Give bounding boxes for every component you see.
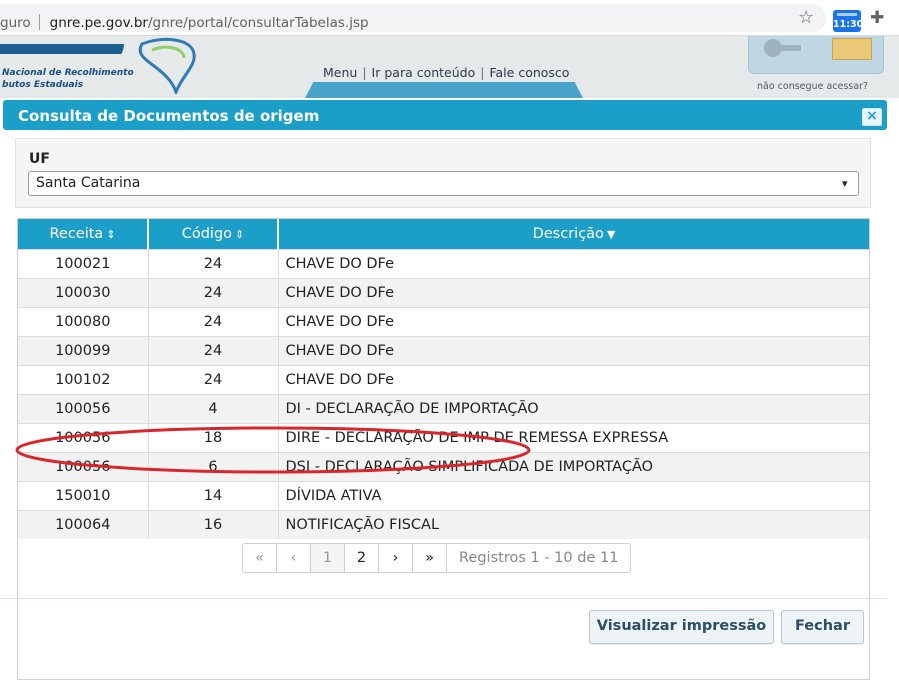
- table-row[interactable]: 100030 24 CHAVE DO DFe: [18, 277, 869, 307]
- cell-codigo: 4: [148, 393, 279, 423]
- close-button[interactable]: Fechar: [781, 610, 864, 644]
- cell-receita: 100021: [18, 248, 149, 278]
- security-label: guro: [0, 15, 31, 31]
- cell-descricao: CHAVE DO DFe: [278, 306, 869, 336]
- records-info: Registros 1 - 10 de 11: [459, 550, 619, 566]
- table-row[interactable]: 100102 24 CHAVE DO DFe: [18, 364, 869, 394]
- uf-filter-panel: UF Santa Catarina ▾: [15, 138, 871, 208]
- uf-select[interactable]: Santa Catarina: [28, 171, 859, 196]
- header-tab-decoration: [305, 82, 583, 98]
- cell-descricao: DSI - DECLARAÇÃO SIMPLIFICADA DE IMPORTA…: [278, 451, 869, 481]
- prev-page-button[interactable]: ‹: [277, 544, 311, 572]
- cell-descricao: DÍVIDA ATIVA: [278, 480, 869, 510]
- calendar-extension-icon[interactable]: 11:30: [833, 10, 864, 32]
- logo-subtitle-line2: butos Estaduais: [2, 80, 84, 90]
- footer-divider: [0, 598, 887, 599]
- page-1-button[interactable]: 1: [311, 544, 345, 572]
- cell-receita: 100064: [18, 509, 149, 539]
- cell-receita: 150010: [18, 480, 149, 510]
- cell-descricao: DIRE - DECLARAÇÃO DE IMP DE REMESSA EXPR…: [278, 422, 869, 452]
- cell-codigo: 24: [148, 277, 279, 307]
- table-row[interactable]: 100056 18 DIRE - DECLARAÇÃO DE IMP DE REME…: [18, 422, 869, 452]
- table-header-row: Receita ⇕ Código ⇕ Descrição ▼: [18, 219, 869, 249]
- access-help-text[interactable]: não consegue acessar?: [757, 81, 868, 92]
- cell-codigo: 24: [148, 248, 279, 278]
- access-help-box[interactable]: [748, 36, 884, 74]
- dialog-titlebar[interactable]: Consulta de Documentos de origem ×: [3, 100, 887, 130]
- address-bar[interactable]: guro gnre.pe.gov.br/gnre/portal/consultar…: [0, 4, 826, 32]
- cell-receita: 100056: [18, 393, 149, 423]
- table-row[interactable]: 100056 6 DSI - DECLARAÇÃO SIMPLIFICADA DE …: [18, 451, 869, 481]
- column-header-receita[interactable]: Receita ⇕: [18, 219, 149, 249]
- column-header-codigo[interactable]: Código ⇕: [148, 219, 279, 249]
- cell-descricao: DI - DECLARAÇÃO DE IMPORTAÇÃO: [278, 393, 869, 423]
- table-row[interactable]: 150010 14 DÍVIDA ATIVA: [18, 480, 869, 510]
- site-header: Nacional de Recolhimento butos Estaduais…: [0, 36, 899, 98]
- results-table: Receita ⇕ Código ⇕ Descrição ▼ 100021 24 CHAV…: [18, 219, 869, 539]
- cell-receita: 100056: [18, 422, 149, 452]
- nav-menu-link[interactable]: Menu: [323, 65, 357, 80]
- cell-codigo: 14: [148, 480, 279, 510]
- first-page-button[interactable]: «: [243, 544, 277, 572]
- url-text[interactable]: guro gnre.pe.gov.br/gnre/portal/consultar…: [0, 14, 369, 31]
- bookmark-star-icon[interactable]: ☆: [798, 7, 814, 28]
- dialog-title: Consulta de Documentos de origem: [18, 107, 320, 125]
- cell-descricao: CHAVE DO DFe: [278, 248, 869, 278]
- sort-both-icon: ⇕: [106, 227, 116, 241]
- cell-codigo: 24: [148, 306, 279, 336]
- uf-label: UF: [29, 151, 50, 167]
- table-row[interactable]: 100099 24 CHAVE DO DFe: [18, 335, 869, 365]
- cell-receita: 100102: [18, 364, 149, 394]
- next-page-button[interactable]: ›: [379, 544, 413, 572]
- cell-codigo: 24: [148, 335, 279, 365]
- close-icon[interactable]: ×: [862, 108, 882, 126]
- uf-selected-value: Santa Catarina: [36, 175, 141, 191]
- cell-descricao: CHAVE DO DFe: [278, 364, 869, 394]
- column-header-descricao[interactable]: Descrição ▼: [278, 219, 869, 249]
- extension-badge: 11:30: [833, 19, 864, 30]
- table-row[interactable]: 100064 16 NOTIFICAÇÃO FISCAL: [18, 509, 869, 539]
- cell-codigo: 6: [148, 451, 279, 481]
- header-nav: Menu | Ir para conteúdo | Fale conosco: [323, 65, 570, 80]
- table-row[interactable]: 100056 4 DI - DECLARAÇÃO DE IMPORTAÇÃO: [18, 393, 869, 423]
- table-row[interactable]: 100080 24 CHAVE DO DFe: [18, 306, 869, 336]
- table-row[interactable]: 100021 24 CHAVE DO DFe: [18, 248, 869, 278]
- cell-receita: 100080: [18, 306, 149, 336]
- print-preview-button[interactable]: Visualizar impressão: [589, 610, 774, 644]
- nav-content-link[interactable]: Ir para conteúdo: [372, 65, 476, 80]
- last-page-button[interactable]: »: [413, 544, 447, 572]
- browser-toolbar: guro gnre.pe.gov.br/gnre/portal/consultar…: [0, 0, 899, 36]
- cell-receita: 100056: [18, 451, 149, 481]
- page-2-button[interactable]: 2: [345, 544, 379, 572]
- cell-codigo: 24: [148, 364, 279, 394]
- sort-both-icon: ⇕: [235, 227, 245, 241]
- url-host: gnre.pe.gov.br: [49, 15, 148, 31]
- extensions-puzzle-icon[interactable]: ✚: [870, 8, 884, 28]
- cell-descricao: CHAVE DO DFe: [278, 277, 869, 307]
- url-path: /gnre/portal/consultarTabelas.jsp: [147, 15, 369, 31]
- nav-contact-link[interactable]: Fale conosco: [489, 65, 569, 80]
- logo-subtitle-line1: Nacional de Recolhimento: [2, 68, 134, 78]
- cell-codigo: 18: [148, 422, 279, 452]
- folder-icon: [832, 38, 872, 60]
- cell-receita: 100099: [18, 335, 149, 365]
- pagination: « ‹ 1 2 › » Registros 1 - 10 de 11: [242, 543, 632, 573]
- cell-receita: 100030: [18, 277, 149, 307]
- key-icon: [764, 39, 801, 57]
- cell-descricao: NOTIFICAÇÃO FISCAL: [278, 509, 869, 539]
- cell-descricao: CHAVE DO DFe: [278, 335, 869, 365]
- cell-codigo: 16: [148, 509, 279, 539]
- url-separator: [38, 14, 40, 30]
- consulta-dialog: Consulta de Documentos de origem × UF Sa…: [0, 98, 899, 680]
- chevron-down-icon: ▾: [842, 177, 848, 190]
- brazil-map-logo-icon: [138, 37, 196, 94]
- sort-desc-icon: ▼: [606, 227, 616, 241]
